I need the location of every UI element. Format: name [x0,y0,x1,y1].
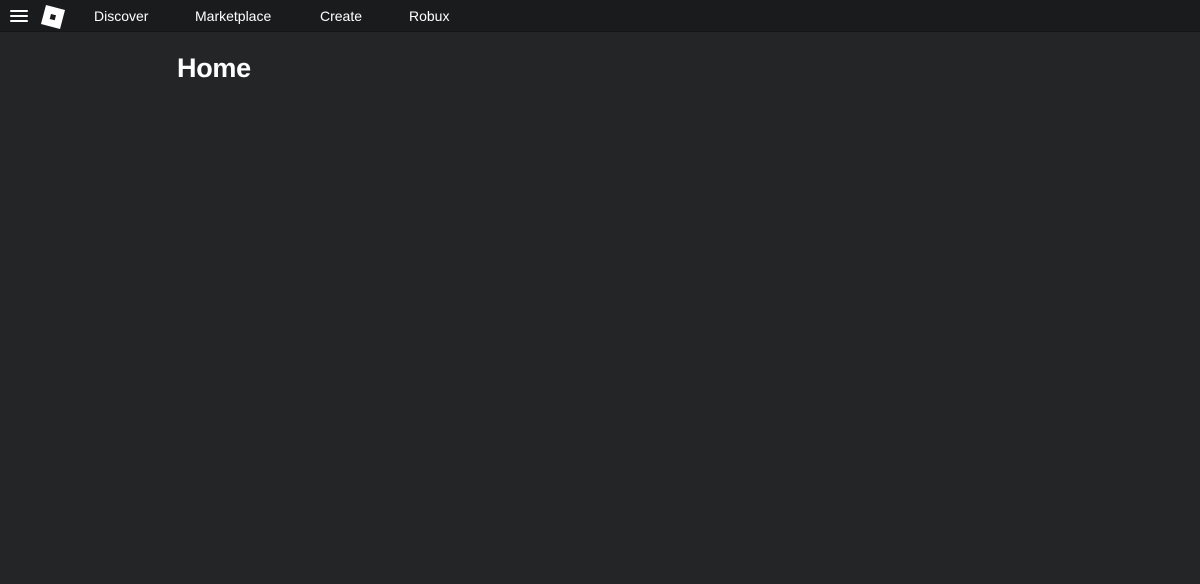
hamburger-menu-icon[interactable] [10,9,28,23]
hamburger-line [10,10,28,12]
roblox-logo-icon[interactable] [40,4,66,30]
page-title: Home [177,53,251,83]
nav-link-discover[interactable]: Discover [94,0,148,32]
hamburger-line [10,15,28,17]
top-navigation-bar: Discover Marketplace Create Robux [0,0,1200,32]
nav-link-robux[interactable]: Robux [409,0,449,32]
hamburger-line [10,20,28,22]
nav-link-create[interactable]: Create [320,0,362,32]
nav-link-marketplace[interactable]: Marketplace [195,0,271,32]
